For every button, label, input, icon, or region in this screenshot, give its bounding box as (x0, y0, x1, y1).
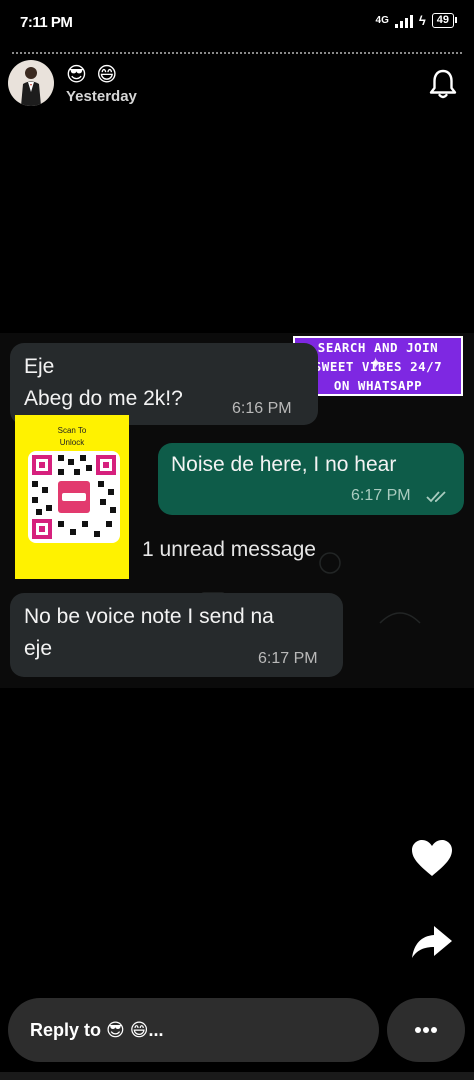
message-time: 6:16 PM (232, 400, 292, 417)
reply-placeholder: Reply to 😎 😄... (30, 1020, 164, 1040)
share-icon[interactable] (410, 924, 454, 960)
more-icon (423, 1027, 429, 1033)
charging-icon: ϟ (418, 13, 426, 28)
story-image: SEARCH AND JOIN SWEET VIBES 24/7 ON WHAT… (0, 333, 474, 688)
sparkle-icon: ✦ (369, 350, 383, 375)
signal-icon (394, 14, 413, 28)
story-progress-bar (12, 52, 462, 56)
message-time: 6:17 PM (351, 487, 411, 504)
avatar-figure-icon (21, 67, 41, 106)
status-time: 7:11 PM (20, 14, 73, 31)
promo-line-3: ON WHATSAPP (333, 378, 423, 393)
status-icons: 4G ϟ 49 (375, 13, 458, 28)
avatar[interactable] (8, 60, 54, 106)
qr-code-card: Scan To Unlock (15, 415, 129, 579)
story-time: Yesterday (66, 88, 137, 105)
message-bubble-outgoing: Noise de here, I no hear 6:17 PM (158, 443, 464, 515)
more-icon (415, 1027, 421, 1033)
network-label: 4G (375, 15, 389, 26)
heart-icon[interactable] (410, 838, 454, 878)
message-text: No be voice note I send na (24, 605, 274, 628)
navigation-bar (0, 1072, 474, 1080)
qr-title: Scan To Unlock (15, 425, 129, 449)
promo-sticker: SEARCH AND JOIN SWEET VIBES 24/7 ON WHAT… (293, 336, 463, 396)
message-text: Noise de here, I no hear (171, 453, 397, 476)
bell-icon[interactable] (428, 68, 458, 100)
contact-name: 😎 😄 (66, 64, 120, 86)
message-text: Eje (24, 355, 55, 378)
message-bubble-incoming: No be voice note I send na eje 6:17 PM (10, 593, 343, 677)
message-bubble-incoming: Eje Abeg do me 2k!? 6:16 PM (10, 343, 318, 425)
battery-indicator: 49 (431, 13, 458, 28)
double-check-icon (426, 491, 446, 503)
message-time: 6:17 PM (258, 650, 318, 667)
status-bar: 7:11 PM 4G ϟ 49 (0, 0, 474, 44)
reply-input[interactable]: Reply to 😎 😄... (8, 998, 379, 1062)
story-header: 😎 😄 Yesterday (8, 60, 466, 112)
message-text: eje (24, 637, 53, 660)
more-button[interactable] (387, 998, 465, 1062)
qr-title-line-1: Scan To (57, 426, 87, 435)
unread-divider: 1 unread message (142, 538, 316, 561)
qr-code-icon (28, 451, 120, 543)
more-icon (431, 1027, 437, 1033)
message-text: Abeg do me 2k!? (24, 387, 183, 410)
qr-title-line-2: Unlock (59, 438, 85, 447)
